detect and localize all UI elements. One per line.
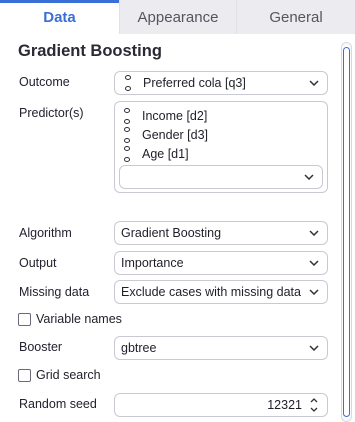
tab-data[interactable]: Data <box>0 0 120 34</box>
outcome-value: Preferred cola [q3] <box>143 76 246 90</box>
missing-data-dropdown[interactable]: Exclude cases with missing data <box>114 280 328 304</box>
output-value: Importance <box>121 256 184 270</box>
variable-icon <box>122 146 132 162</box>
output-label: Output <box>19 256 57 270</box>
outcome-dropdown[interactable]: Preferred cola [q3] <box>114 71 328 95</box>
variable-icon <box>122 127 132 143</box>
grid-search-label: Grid search <box>36 368 101 382</box>
chevron-up-icon[interactable] <box>308 396 320 405</box>
chevron-down-icon <box>305 224 323 242</box>
tab-appearance[interactable]: Appearance <box>120 0 237 34</box>
predictor-item-label: Age [d1] <box>142 147 189 161</box>
algorithm-value: Gradient Boosting <box>121 226 222 240</box>
tab-bar: Data Appearance General <box>0 0 355 34</box>
scrollbar[interactable] <box>341 42 352 422</box>
random-seed-input[interactable] <box>152 398 302 412</box>
scrollbar-thumb[interactable] <box>343 47 350 417</box>
chevron-down-icon <box>305 254 323 272</box>
random-seed-stepper[interactable] <box>306 394 322 416</box>
chevron-down-icon[interactable] <box>308 405 320 414</box>
grid-search-option[interactable]: Grid search <box>18 368 101 382</box>
missing-data-label: Missing data <box>19 285 90 299</box>
output-dropdown[interactable]: Importance <box>114 251 328 275</box>
grid-search-checkbox[interactable] <box>18 368 31 382</box>
outcome-label: Outcome <box>19 75 70 89</box>
predictor-item-label: Income [d2] <box>142 109 208 123</box>
chevron-down-icon <box>305 283 323 301</box>
chevron-down-icon <box>305 74 323 92</box>
algorithm-dropdown[interactable]: Gradient Boosting <box>114 221 328 245</box>
predictor-item[interactable]: Age [d1] <box>120 145 189 163</box>
booster-label: Booster <box>19 340 63 354</box>
predictors-list[interactable]: Income [d2] Gender [d3] Age [d1] <box>114 101 328 193</box>
variable-names-label: Variable names <box>36 312 122 326</box>
random-seed-label: Random seed <box>19 397 97 411</box>
tab-general[interactable]: General <box>237 0 355 34</box>
predictor-item[interactable]: Income [d2] <box>120 107 207 125</box>
variable-names-checkbox[interactable] <box>18 312 31 326</box>
predictor-item-label: Gender [d3] <box>142 128 209 142</box>
variable-icon <box>122 108 132 124</box>
booster-dropdown[interactable]: gbtree <box>114 336 328 360</box>
chevron-down-icon <box>305 339 323 357</box>
random-seed-field[interactable] <box>114 393 328 417</box>
predictors-label: Predictor(s) <box>19 106 84 120</box>
missing-data-value: Exclude cases with missing data <box>121 285 301 299</box>
predictor-item[interactable]: Gender [d3] <box>120 126 208 144</box>
chevron-down-icon <box>300 168 318 186</box>
panel-title: Gradient Boosting <box>18 42 162 60</box>
variable-names-option[interactable]: Variable names <box>18 312 122 326</box>
predictor-add-dropdown[interactable] <box>119 165 323 189</box>
algorithm-label: Algorithm <box>19 226 72 240</box>
booster-value: gbtree <box>121 341 157 355</box>
variable-icon <box>123 75 133 91</box>
